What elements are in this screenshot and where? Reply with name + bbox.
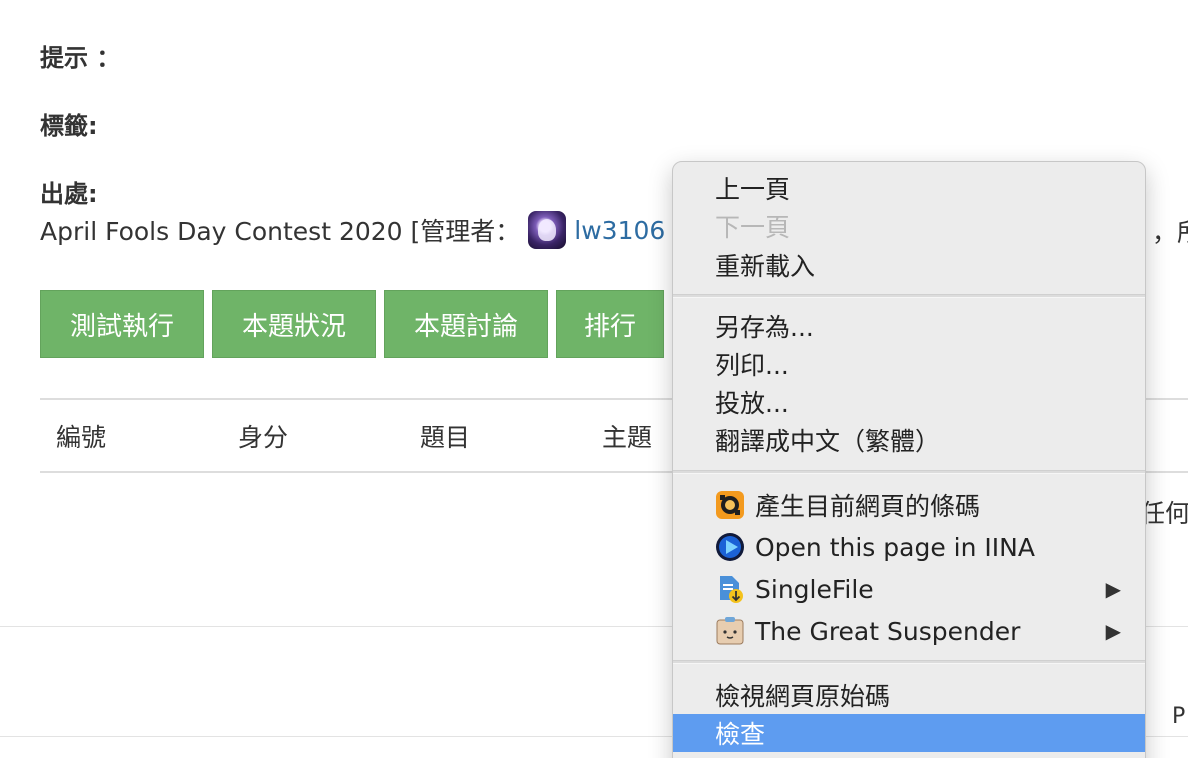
singlefile-icon <box>715 574 745 604</box>
source-text: April Fools Day Contest 2020 [管理者： <box>40 217 521 246</box>
menu-item-iina[interactable]: Open this page in IINA <box>673 528 1145 566</box>
submenu-arrow-icon: ▶ <box>1105 577 1121 601</box>
menu-item-view-source[interactable]: 檢視網頁原始碼 <box>673 676 1145 714</box>
menu-item-great-suspender[interactable]: The Great Suspender ▶ <box>673 612 1145 650</box>
menu-item-reload[interactable]: 重新載入 <box>673 246 1145 284</box>
menu-item-back[interactable]: 上一頁 <box>673 169 1145 207</box>
table-cell-fragment: 任何 <box>1140 499 1188 528</box>
menu-separator <box>673 294 1145 298</box>
footer-fragment: P <box>1172 704 1186 729</box>
test-run-button[interactable]: 測試執行 <box>40 290 204 358</box>
great-suspender-icon <box>715 616 745 646</box>
menu-item-iina-label: Open this page in IINA <box>755 532 1035 562</box>
menu-separator <box>673 660 1145 664</box>
menu-item-great-suspender-label: The Great Suspender <box>755 616 1021 646</box>
iina-icon <box>715 532 745 562</box>
manager-link[interactable]: lw3106 <box>574 216 665 245</box>
submenu-arrow-icon: ▶ <box>1105 619 1121 643</box>
menu-item-forward: 下一頁 <box>715 213 791 242</box>
menu-item-qr-code[interactable]: 產生目前網頁的條碼 <box>673 486 1145 524</box>
hint-label: 提示 ： <box>40 44 121 72</box>
menu-item-cast[interactable]: 投放... <box>673 383 1145 421</box>
source-line-fragment: ，所 <box>1152 218 1188 247</box>
menu-item-singlefile-label: SingleFile <box>755 574 874 604</box>
menu-item-translate[interactable]: 翻譯成中文（繁體） <box>673 421 1145 459</box>
menu-separator <box>673 470 1145 474</box>
problem-discussion-button[interactable]: 本題討論 <box>384 290 548 358</box>
problem-page: 提示 ： 標籤: 出處: April Fools Day Contest 202… <box>0 0 1188 758</box>
menu-item-qr-code-label: 產生目前網頁的條碼 <box>755 492 981 521</box>
avatar[interactable] <box>528 211 567 249</box>
context-menu: 上一頁 下一頁 重新載入 另存為... 列印... 投放... 翻譯成中文（繁體… <box>672 161 1146 758</box>
table-header-topic: 主題 <box>602 423 653 452</box>
table-header-problem: 題目 <box>420 423 471 452</box>
ranking-button[interactable]: 排行 <box>556 290 664 358</box>
menu-item-save-as[interactable]: 另存為... <box>673 307 1145 345</box>
source-label: 出處: <box>40 180 98 208</box>
qr-generator-icon <box>715 490 745 520</box>
menu-item-inspect[interactable]: 檢查 <box>673 714 1145 752</box>
action-button-row: 測試執行 本題狀況 本題討論 排行 <box>40 290 664 358</box>
menu-item-singlefile[interactable]: SingleFile ▶ <box>673 570 1145 608</box>
source-line: April Fools Day Contest 2020 [管理者： lw310… <box>40 211 665 249</box>
problem-status-button[interactable]: 本題狀況 <box>212 290 376 358</box>
table-header-id: 編號 <box>56 423 107 452</box>
menu-item-print[interactable]: 列印... <box>673 345 1145 383</box>
table-header-role: 身分 <box>238 423 289 452</box>
tags-label: 標籤: <box>40 112 98 140</box>
